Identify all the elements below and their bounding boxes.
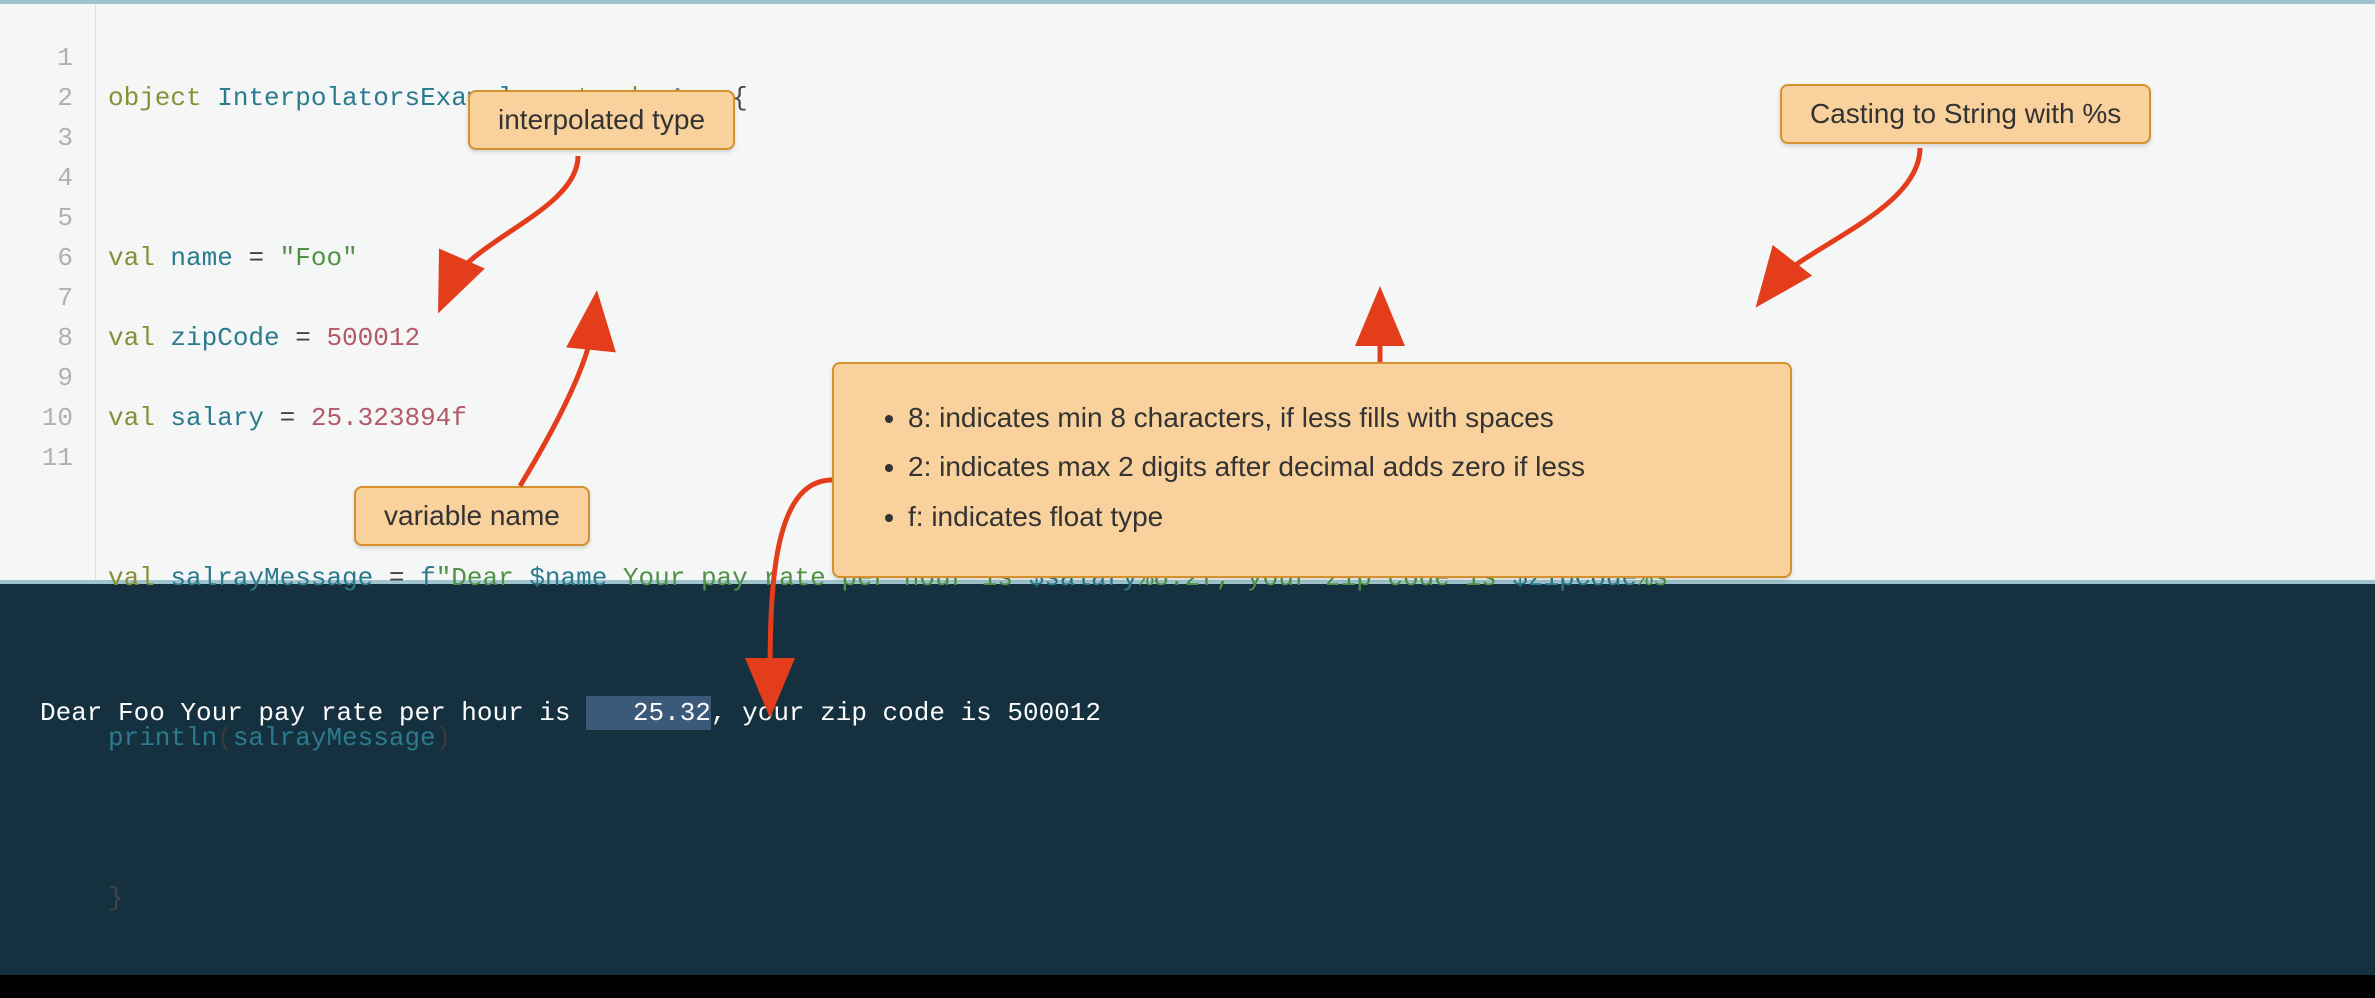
code-line: } bbox=[108, 878, 1684, 918]
line-number: 1 bbox=[0, 38, 73, 78]
line-number: 2 bbox=[0, 78, 73, 118]
line-number: 5 bbox=[0, 198, 73, 238]
callout-variable-name: variable name bbox=[354, 486, 590, 546]
code-line bbox=[108, 798, 1684, 838]
code-line: object InterpolatorsExample extends App … bbox=[108, 78, 1684, 118]
line-number: 4 bbox=[0, 158, 73, 198]
line-number: 3 bbox=[0, 118, 73, 158]
line-gutter: 1 2 3 4 5 6 7 8 9 10 11 bbox=[0, 4, 96, 580]
code-line: val zipCode = 500012 bbox=[108, 318, 1684, 358]
callout-bullet: 8: indicates min 8 characters, if less f… bbox=[908, 396, 1750, 439]
code-line bbox=[108, 158, 1684, 198]
callout-format-spec: 8: indicates min 8 characters, if less f… bbox=[832, 362, 1792, 578]
line-number: 6 bbox=[0, 238, 73, 278]
line-number: 10 bbox=[0, 398, 73, 438]
callout-bullet: 2: indicates max 2 digits after decimal … bbox=[908, 445, 1750, 488]
code-line bbox=[108, 638, 1684, 678]
line-number: 8 bbox=[0, 318, 73, 358]
line-number: 11 bbox=[0, 438, 73, 478]
line-number: 9 bbox=[0, 358, 73, 398]
callout-interpolated-type: interpolated type bbox=[468, 90, 735, 150]
line-number: 7 bbox=[0, 278, 73, 318]
code-line: val name = "Foo" bbox=[108, 238, 1684, 278]
callout-casting-string: Casting to String with %s bbox=[1780, 84, 2151, 144]
callout-bullet: f: indicates float type bbox=[908, 495, 1750, 538]
code-line: println(salrayMessage) bbox=[108, 718, 1684, 758]
